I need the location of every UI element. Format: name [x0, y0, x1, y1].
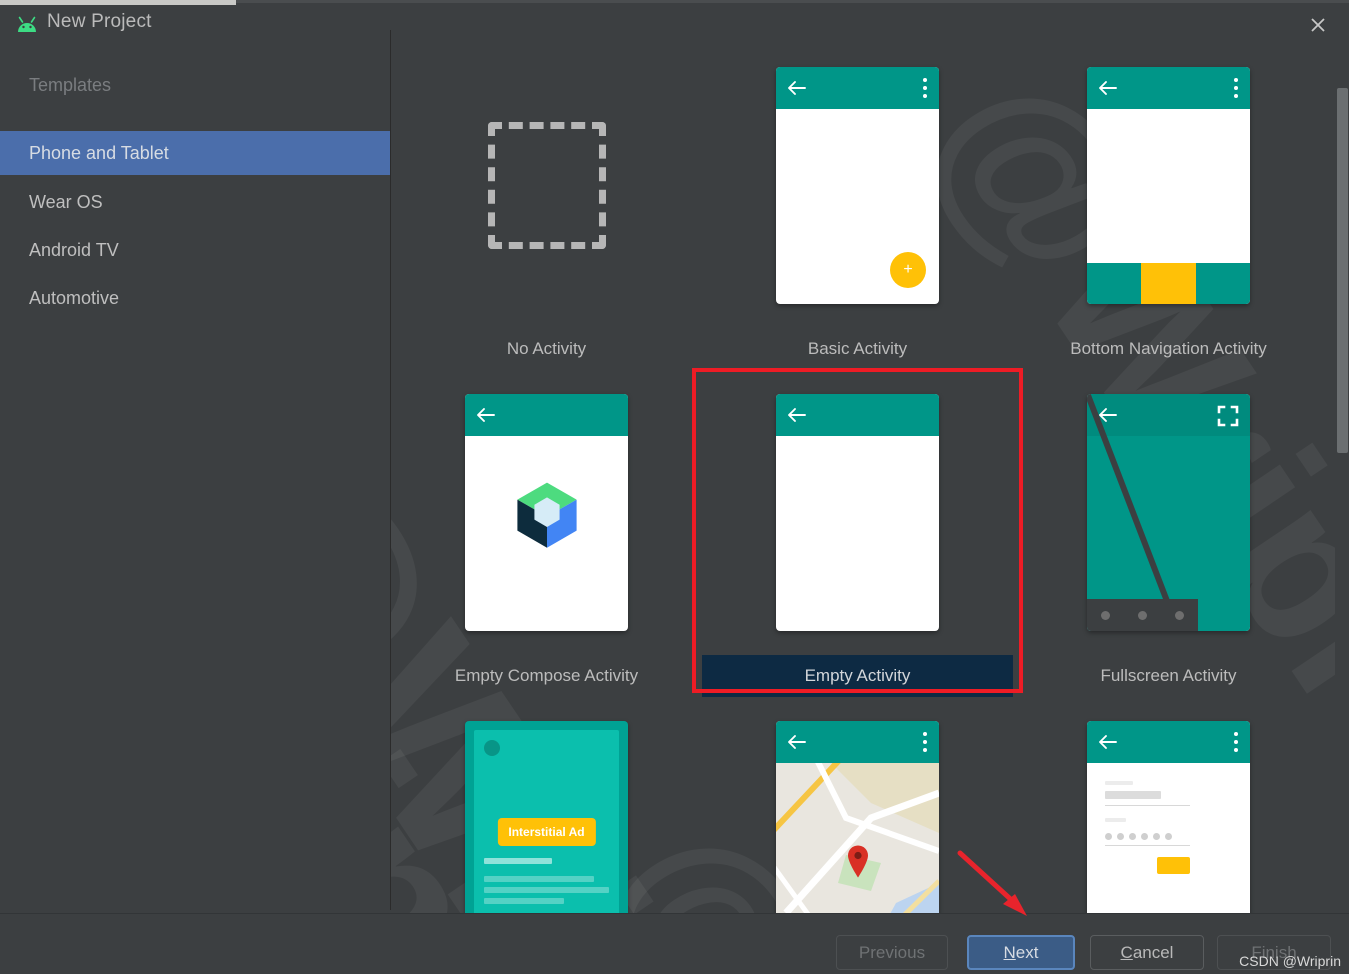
field-value-placeholder	[1105, 791, 1161, 799]
template-card-google-maps-activity[interactable]: Google Maps Activity	[702, 697, 1013, 913]
template-card-empty-compose-activity[interactable]: Empty Compose Activity	[391, 370, 702, 697]
page-title: New Project	[47, 11, 152, 33]
phone-mockup	[1087, 394, 1250, 631]
template-grid-panel: No Activity +	[391, 43, 1326, 913]
sidebar-section-label: Templates	[29, 75, 111, 96]
close-icon[interactable]	[1303, 10, 1333, 40]
template-thumbnail	[1013, 370, 1324, 655]
sidebar-item-label: Phone and Tablet	[29, 143, 169, 164]
sidebar-item-phone-and-tablet[interactable]: Phone and Tablet	[0, 131, 390, 175]
previous-button: Previous	[836, 935, 948, 970]
sidebar-item-wear-os[interactable]: Wear OS	[0, 180, 390, 224]
template-label: Bottom Navigation Activity	[1013, 328, 1324, 370]
placeholder-line	[484, 876, 594, 882]
dialog-titlebar: New Project	[0, 3, 1349, 43]
template-card-basic-activity[interactable]: + Basic Activity	[702, 43, 1013, 370]
sidebar-item-label: Android TV	[29, 240, 119, 261]
phone-mockup: +	[776, 67, 939, 304]
template-card-admob-ads-activity[interactable]: Interstitial Ad Google AdMob Ads Activit…	[391, 697, 702, 913]
template-thumbnail	[1013, 697, 1324, 913]
back-arrow-icon	[1098, 78, 1118, 98]
phone-mockup	[1087, 721, 1250, 913]
placeholder-line	[484, 898, 564, 904]
map-pin-icon	[846, 845, 870, 884]
template-thumbnail	[391, 370, 702, 655]
phone-mockup	[465, 394, 628, 631]
phone-mockup	[1087, 67, 1250, 304]
new-project-dialog: @Wriprin @Wriprin @Wriprin @Wriprin New …	[0, 0, 1349, 974]
template-grid-scrollbar-track[interactable]	[1335, 43, 1349, 913]
templates-sidebar: Templates Phone and Tablet Wear OS Andro…	[0, 43, 390, 913]
template-thumbnail: +	[702, 43, 1013, 328]
field-underline	[1105, 805, 1190, 806]
template-thumbnail	[391, 43, 702, 328]
floating-action-button-icon: +	[890, 252, 926, 288]
dialog-button-bar: Previous Next Cancel Finish CSDN @Wripri…	[0, 913, 1349, 974]
template-card-login-activity[interactable]: Login Activity	[1013, 697, 1324, 913]
overflow-menu-icon	[923, 732, 927, 752]
back-arrow-icon	[787, 78, 807, 98]
placeholder-line	[484, 887, 609, 893]
next-button[interactable]: Next	[967, 935, 1075, 970]
template-card-bottom-navigation-activity[interactable]: Bottom Navigation Activity	[1013, 43, 1324, 370]
template-card-no-activity[interactable]: No Activity	[391, 43, 702, 370]
template-label: Basic Activity	[702, 328, 1013, 370]
sidebar-item-label: Automotive	[29, 288, 119, 309]
fullscreen-expand-icon	[1216, 404, 1240, 428]
bottom-navigation-bar	[1087, 263, 1250, 304]
field-label-placeholder	[1105, 781, 1133, 785]
watermark-credit: CSDN @Wriprin	[1239, 953, 1341, 969]
phone-mockup: Interstitial Ad	[465, 721, 628, 913]
template-label: Fullscreen Activity	[1013, 655, 1324, 697]
fab-plus-label: +	[903, 262, 912, 278]
overflow-menu-icon	[1234, 732, 1238, 752]
sidebar-item-automotive[interactable]: Automotive	[0, 276, 390, 320]
sidebar-item-label: Wear OS	[29, 192, 103, 213]
interstitial-ad-button: Interstitial Ad	[497, 818, 595, 846]
template-label: Empty Activity	[702, 655, 1013, 697]
template-label: No Activity	[391, 328, 702, 370]
field-label-placeholder	[1105, 818, 1126, 822]
submit-button-placeholder	[1157, 857, 1190, 874]
button-bar-separator	[0, 913, 1349, 914]
overflow-menu-icon	[1234, 78, 1238, 98]
map-surface	[776, 763, 939, 913]
placeholder-line	[484, 858, 552, 864]
password-dots-icon	[1105, 827, 1177, 845]
ad-surface: Interstitial Ad	[474, 730, 619, 913]
template-grid-scrollbar-thumb[interactable]	[1337, 88, 1348, 453]
sidebar-item-android-tv[interactable]: Android TV	[0, 228, 390, 272]
phone-mockup	[776, 721, 939, 913]
dashed-square-icon	[488, 122, 606, 249]
previous-button-label: Previous	[859, 943, 925, 963]
page-indicator-bar	[1087, 599, 1198, 631]
cancel-button-label: Cancel	[1121, 943, 1174, 963]
template-label: Empty Compose Activity	[391, 655, 702, 697]
android-head-icon	[14, 13, 40, 33]
back-arrow-icon	[787, 732, 807, 752]
cancel-button[interactable]: Cancel	[1090, 935, 1204, 970]
template-card-empty-activity[interactable]: Empty Activity	[702, 370, 1013, 697]
next-button-label: Next	[1004, 943, 1039, 963]
back-arrow-icon	[1098, 732, 1118, 752]
back-arrow-icon	[1098, 405, 1118, 425]
avatar-circle-icon	[484, 740, 500, 756]
field-underline	[1105, 845, 1190, 846]
template-thumbnail	[702, 370, 1013, 655]
back-arrow-icon	[476, 405, 496, 425]
template-thumbnail: Interstitial Ad	[391, 697, 702, 913]
overflow-menu-icon	[923, 78, 927, 98]
back-arrow-icon	[787, 405, 807, 425]
template-thumbnail	[702, 697, 1013, 913]
phone-mockup	[776, 394, 939, 631]
jetpack-compose-logo-icon	[510, 476, 584, 555]
template-thumbnail	[1013, 43, 1324, 328]
template-card-fullscreen-activity[interactable]: Fullscreen Activity	[1013, 370, 1324, 697]
